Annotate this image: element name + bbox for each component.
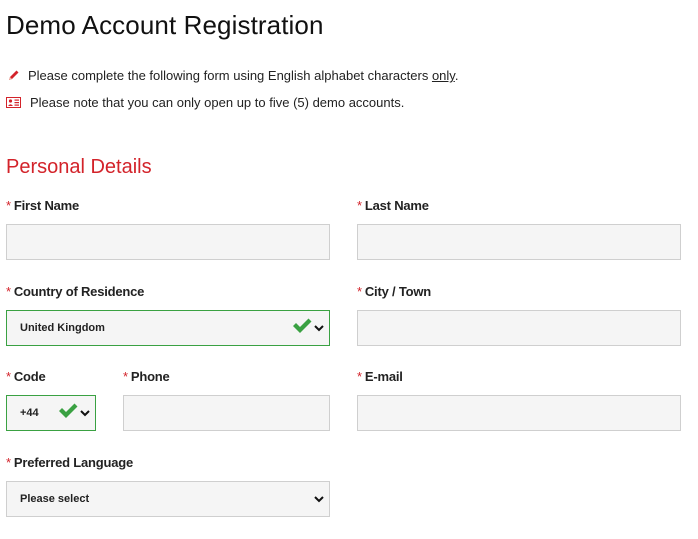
language-label: * Preferred Language <box>6 455 134 470</box>
last-name-field[interactable] <box>357 224 681 260</box>
required-marker: * <box>357 198 362 213</box>
country-select[interactable]: United Kingdom <box>6 310 330 346</box>
valid-check-icon <box>292 318 312 339</box>
id-card-icon <box>6 97 21 109</box>
note-demo-limit: Please note that you can only open up to… <box>6 95 404 110</box>
first-name-input[interactable] <box>7 225 329 259</box>
note-text: Please note that you can only open up to… <box>30 95 405 110</box>
email-input[interactable] <box>358 396 680 430</box>
chevron-down-icon <box>314 490 324 508</box>
chevron-down-icon <box>80 404 90 422</box>
phone-input[interactable] <box>124 396 329 430</box>
chevron-down-icon <box>314 319 324 337</box>
language-select[interactable]: Please select <box>6 481 330 517</box>
language-selected-value: Please select <box>20 493 90 505</box>
required-marker: * <box>357 284 362 299</box>
code-select[interactable]: +44 <box>6 395 96 431</box>
required-marker: * <box>123 369 128 384</box>
country-label: * Country of Residence <box>6 284 145 299</box>
required-marker: * <box>6 198 11 213</box>
required-marker: * <box>357 369 362 384</box>
required-marker: * <box>6 284 11 299</box>
first-name-label: * First Name <box>6 198 80 213</box>
code-selected-value: +44 <box>20 407 39 419</box>
section-title-personal-details: Personal Details <box>6 156 152 178</box>
code-label: * Code <box>6 369 46 384</box>
phone-label: * Phone <box>123 369 170 384</box>
city-field[interactable] <box>357 310 681 346</box>
last-name-label: * Last Name <box>357 198 429 213</box>
email-label: * E-mail <box>357 369 403 384</box>
phone-field[interactable] <box>123 395 330 431</box>
page-title: Demo Account Registration <box>6 10 324 40</box>
city-label: * City / Town <box>357 284 432 299</box>
required-marker: * <box>6 369 11 384</box>
note-english-characters: Please complete the following form using… <box>6 68 458 83</box>
valid-check-icon <box>58 403 78 424</box>
only-emphasis: only <box>431 68 455 83</box>
country-selected-value: United Kingdom <box>20 322 105 334</box>
email-field[interactable] <box>357 395 681 431</box>
pencil-icon <box>6 70 20 82</box>
note-text: Please complete the following form using… <box>28 68 459 83</box>
required-marker: * <box>6 455 11 470</box>
last-name-input[interactable] <box>358 225 680 259</box>
first-name-field[interactable] <box>6 224 330 260</box>
city-input[interactable] <box>358 311 680 345</box>
